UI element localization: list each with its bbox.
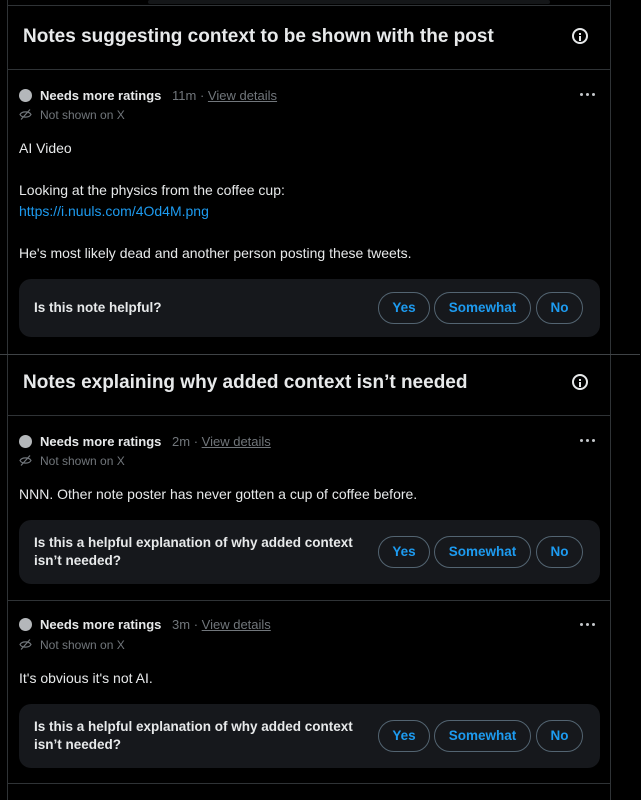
- divider: [8, 783, 610, 784]
- somewhat-button[interactable]: Somewhat: [434, 536, 531, 568]
- note-link[interactable]: https://i.nuuls.com/4Od4M.png: [19, 203, 209, 219]
- view-details-link[interactable]: View details: [202, 434, 271, 449]
- yes-button[interactable]: Yes: [378, 292, 430, 324]
- rating-question-line: isn’t needed?: [34, 737, 122, 752]
- note-meta: 2m · View details: [172, 434, 271, 449]
- note-card: Needs more ratings 11m · View details No…: [8, 70, 610, 354]
- more-horizontal-icon[interactable]: [580, 439, 596, 443]
- rating-question: Is this a helpful explanation of why add…: [34, 718, 353, 754]
- yes-button[interactable]: Yes: [378, 720, 430, 752]
- status-dot-icon: [19, 618, 32, 631]
- more-horizontal-icon[interactable]: [580, 93, 596, 97]
- status-dot-icon: [19, 89, 32, 102]
- visibility-label: Not shown on X: [40, 454, 125, 468]
- note-text-line: He's most likely dead and another person…: [19, 245, 412, 261]
- rating-question-line: Is this a helpful explanation of why add…: [34, 535, 353, 550]
- rating-question: Is this a helpful explanation of why add…: [34, 534, 353, 570]
- eye-slash-icon: [19, 455, 32, 466]
- note-card: Needs more ratings 3m · View details Not…: [8, 600, 610, 784]
- visibility-label: Not shown on X: [40, 108, 125, 122]
- notes-column: Notes suggesting context to be shown wit…: [0, 0, 640, 800]
- section-title: Notes suggesting context to be shown wit…: [23, 26, 494, 47]
- meta-separator: ·: [193, 434, 199, 449]
- section-header-not-needed: Notes explaining why added context isn’t…: [8, 352, 610, 416]
- somewhat-button[interactable]: Somewhat: [434, 292, 531, 324]
- previous-content-edge: [148, 0, 550, 4]
- section-title: Notes explaining why added context isn’t…: [23, 372, 468, 393]
- rating-panel: Is this a helpful explanation of why add…: [19, 520, 600, 584]
- rating-question-line: isn’t needed?: [34, 553, 122, 568]
- view-details-link[interactable]: View details: [208, 88, 277, 103]
- rating-panel: Is this note helpful? Yes Somewhat No: [19, 279, 600, 337]
- section-header-shown: Notes suggesting context to be shown wit…: [8, 6, 610, 70]
- note-card: Needs more ratings 2m · View details Not…: [8, 416, 610, 600]
- note-meta: 3m · View details: [172, 617, 271, 632]
- info-icon[interactable]: [572, 28, 588, 44]
- eye-slash-icon: [19, 639, 32, 650]
- no-button[interactable]: No: [536, 536, 583, 568]
- rating-panel: Is this a helpful explanation of why add…: [19, 704, 600, 768]
- note-meta: 11m · View details: [172, 88, 277, 103]
- eye-slash-icon: [19, 109, 32, 120]
- note-text-line: Looking at the physics from the coffee c…: [19, 182, 285, 198]
- status-label: Needs more ratings: [40, 617, 162, 632]
- no-button[interactable]: No: [536, 720, 583, 752]
- note-text-line: It's obvious it's not AI.: [19, 670, 153, 686]
- yes-button[interactable]: Yes: [378, 536, 430, 568]
- visibility-label: Not shown on X: [40, 638, 125, 652]
- rating-question: Is this note helpful?: [34, 300, 162, 315]
- status-dot-icon: [19, 435, 32, 448]
- note-time: 3m: [172, 617, 191, 632]
- info-icon[interactable]: [572, 374, 588, 390]
- note-text-line: NNN. Other note poster has never gotten …: [19, 486, 418, 502]
- rating-question-line: Is this a helpful explanation of why add…: [34, 719, 353, 734]
- note-text-line: AI Video: [19, 140, 72, 156]
- more-horizontal-icon[interactable]: [580, 623, 596, 627]
- meta-separator: ·: [199, 88, 205, 103]
- note-time: 11m: [172, 88, 197, 103]
- status-label: Needs more ratings: [40, 434, 162, 449]
- note-time: 2m: [172, 434, 191, 449]
- no-button[interactable]: No: [536, 292, 583, 324]
- meta-separator: ·: [193, 617, 199, 632]
- somewhat-button[interactable]: Somewhat: [434, 720, 531, 752]
- status-label: Needs more ratings: [40, 88, 162, 103]
- view-details-link[interactable]: View details: [202, 617, 271, 632]
